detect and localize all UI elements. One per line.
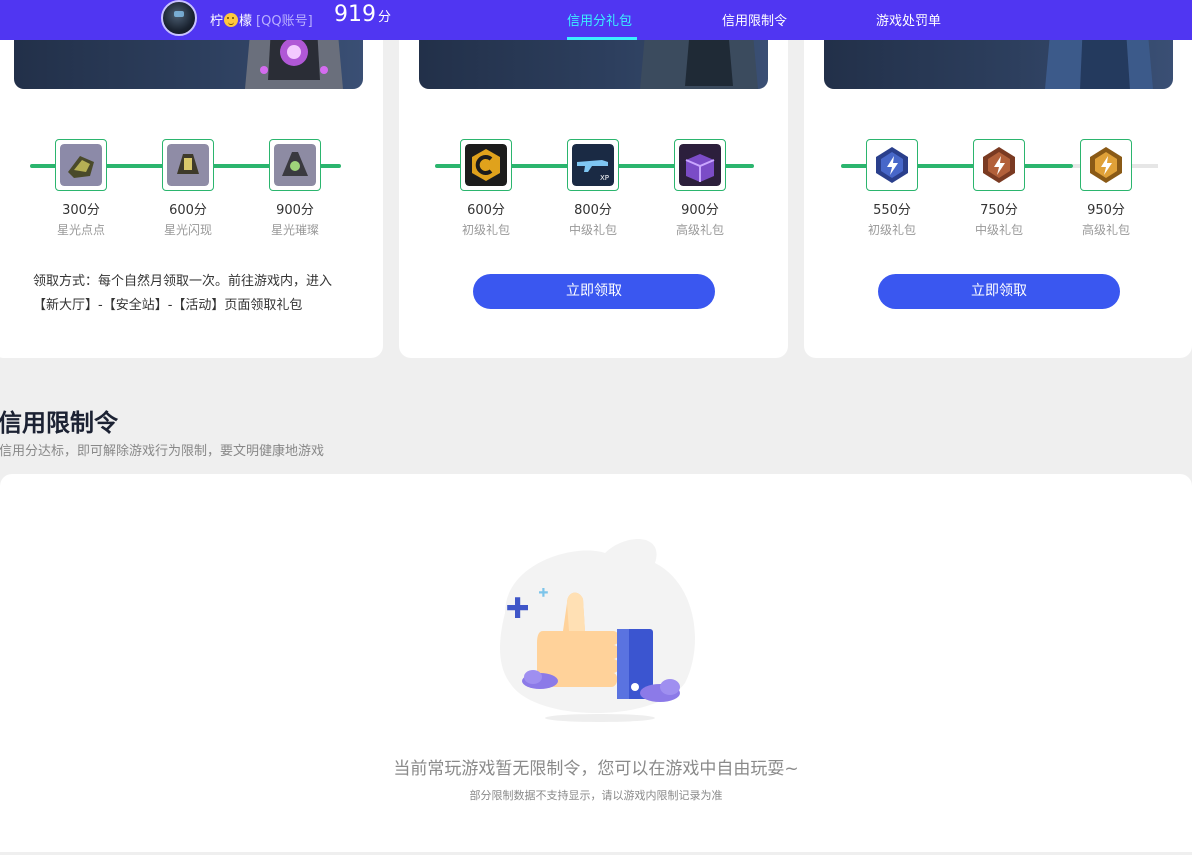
credit-score-unit: 分	[378, 10, 392, 25]
empty-state-note: 部分限制数据不支持显示，请以游戏内限制记录为准	[469, 789, 723, 802]
user-name: 柠檬 [QQ账号]	[210, 10, 313, 29]
rifle-xp-icon: XP	[572, 144, 614, 186]
empty-state-message: 当前常玩游戏暂无限制令，您可以在游戏中自由玩耍~	[393, 759, 799, 779]
claim-button[interactable]: 立即领取	[878, 274, 1120, 309]
bronze-rank-badge-icon	[983, 147, 1015, 183]
claim-button[interactable]: 立即领取	[473, 274, 715, 309]
tier-icon-frame	[866, 139, 918, 191]
smile-emoji-icon	[224, 13, 239, 27]
tier-name: 中级礼包	[974, 223, 1023, 237]
tier-item[interactable]: 550分 初级礼包	[852, 139, 932, 237]
tier-name: 星光闪现	[163, 223, 212, 237]
tier-name: 星光璀璨	[270, 223, 319, 237]
active-tab-underline	[567, 37, 637, 40]
tier-icon-frame: XP	[567, 139, 619, 191]
purple-crate-icon	[679, 144, 721, 186]
tier-icon-frame	[674, 139, 726, 191]
gift-card-rank: 550分 初级礼包 750分 中级礼包 950分 高级礼包 立即领取	[804, 0, 1192, 358]
user-name-suffix: 檬	[239, 14, 253, 29]
tier-name: 高级礼包	[1081, 223, 1130, 237]
tier-item[interactable]: 750分 中级礼包	[959, 139, 1039, 237]
user-name-prefix: 柠	[210, 14, 224, 29]
tier-name: 中级礼包	[568, 223, 617, 237]
gift-card-starlight: — 300分 星光点点 600分	[0, 0, 383, 358]
account-type-label: [QQ账号]	[256, 14, 313, 29]
tier-icon-frame	[460, 139, 512, 191]
tier-points: 750分	[980, 203, 1018, 218]
avatar[interactable]	[161, 0, 197, 36]
top-bar: 柠檬 [QQ账号] 919 分 信用分礼包 信用限制令 游戏处罚单	[0, 0, 1192, 40]
tier-points: 600分	[467, 203, 505, 218]
tier-points: 600分	[169, 203, 207, 218]
tab-credit-gift[interactable]: 信用分礼包	[567, 10, 632, 29]
tier-item[interactable]: 950分 高级礼包	[1066, 139, 1146, 237]
credit-score: 919 分	[334, 2, 391, 27]
starlight-item-3-icon	[274, 144, 316, 186]
tier-icon-frame	[162, 139, 214, 191]
section-title: 信用限制令	[0, 409, 118, 437]
credit-score-value: 919	[334, 2, 376, 27]
tab-game-penalty[interactable]: 游戏处罚单	[876, 10, 941, 29]
svg-text:XP: XP	[600, 174, 609, 182]
tier-icon-frame	[973, 139, 1025, 191]
tier-item[interactable]: 600分 初级礼包	[446, 139, 526, 237]
tier-item[interactable]: 900分 高级礼包	[660, 139, 740, 237]
tier-name: 初级礼包	[461, 223, 510, 237]
gold-rank-badge-icon	[1090, 147, 1122, 183]
tier-points: 950分	[1087, 203, 1125, 218]
tier-points: 900分	[276, 203, 314, 218]
tier-item[interactable]: 900分 星光璀璨	[255, 139, 335, 237]
thumbs-up-empty-icon	[500, 539, 695, 722]
tier-icon-frame	[55, 139, 107, 191]
tier-icon-frame	[1080, 139, 1132, 191]
tier-name: 高级礼包	[675, 223, 724, 237]
c-badge-icon	[465, 144, 507, 186]
tier-points: 300分	[62, 203, 100, 218]
tier-name: 星光点点	[56, 223, 105, 237]
gift-card-weapon: 600分 初级礼包 XP 800分 中级礼包 900分 高级礼包 立即领取	[399, 0, 788, 358]
tier-item[interactable]: 300分 星光点点	[41, 139, 121, 237]
blue-rank-badge-icon	[876, 147, 908, 183]
tier-item[interactable]: 600分 星光闪现	[148, 139, 228, 237]
tier-icon-frame	[269, 139, 321, 191]
starlight-item-2-icon	[167, 144, 209, 186]
claim-instructions: 领取方式：每个自然月领取一次。前往游戏内，进入【新大厅】-【安全站】-【活动】页…	[33, 274, 333, 313]
starlight-item-1-icon	[60, 144, 102, 186]
tab-credit-restriction[interactable]: 信用限制令	[722, 10, 787, 29]
tier-item[interactable]: XP 800分 中级礼包	[553, 139, 633, 237]
tier-points: 800分	[574, 203, 612, 218]
tier-points: 550分	[873, 203, 911, 218]
tier-name: 初级礼包	[867, 223, 916, 237]
tier-points: 900分	[681, 203, 719, 218]
section-subtitle: 信用分达标，即可解除游戏行为限制，要文明健康地游戏	[0, 444, 325, 459]
